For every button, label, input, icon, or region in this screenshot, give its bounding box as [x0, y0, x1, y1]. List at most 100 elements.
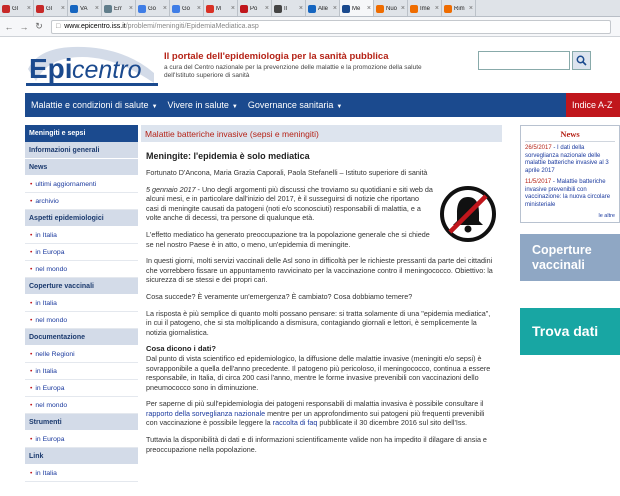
sidebar-item[interactable]: • in Europa [25, 380, 138, 397]
bullet-icon: • [30, 231, 33, 239]
nav-malattie[interactable]: Malattie e condizioni di salute ▼ [31, 100, 158, 110]
tab-close-icon[interactable]: × [197, 5, 201, 12]
tab-close-icon[interactable]: × [61, 5, 65, 12]
tab-label: Gl [46, 5, 52, 12]
search-input[interactable] [478, 51, 570, 70]
sidebar-item[interactable]: • archivio [25, 193, 138, 210]
sidebar-subheading[interactable]: Informazioni generali [25, 142, 138, 159]
tab-close-icon[interactable]: × [129, 5, 133, 12]
tab-label: Me [352, 5, 361, 12]
link-rapporto-sorveglianza[interactable]: rapporto della sorveglianza nazionale [146, 409, 265, 418]
page-icon: □ [56, 23, 61, 30]
logo-text-centro: centro [72, 56, 142, 84]
sidebar-item[interactable]: • in Italia [25, 227, 138, 244]
browser-tab[interactable]: Go × [170, 0, 204, 16]
banner-coperture-vaccinali[interactable]: Coperture vaccinali [520, 234, 620, 281]
forward-icon[interactable]: → [18, 22, 30, 32]
sidebar-item-label: in Europa [35, 248, 65, 256]
bullet-icon: • [30, 316, 33, 324]
sidebar-item[interactable]: • in Italia [25, 363, 138, 380]
browser-tab[interactable]: Rim × [442, 0, 476, 16]
sidebar-item-label: nel mondo [35, 316, 68, 324]
nav-vivere-in-salute[interactable]: Vivere in salute ▼ [168, 100, 238, 110]
banner-trova-dati[interactable]: Trova dati [520, 308, 620, 355]
tab-favicon-icon [444, 4, 452, 13]
url-host: www.epicentro.iss.it [64, 23, 126, 30]
tab-close-icon[interactable]: × [231, 5, 235, 12]
sidebar-item-label: ultimi aggiornamenti [35, 180, 97, 188]
tab-close-icon[interactable]: × [435, 5, 439, 12]
sidebar-subheading[interactable]: News [25, 159, 138, 176]
browser-tab[interactable]: Nuo × [374, 0, 408, 16]
sidebar-subheading[interactable]: Aspetti epidemiologici [25, 210, 138, 227]
tab-close-icon[interactable]: × [469, 5, 473, 12]
browser-tab[interactable]: Err × [102, 0, 136, 16]
tab-close-icon[interactable]: × [333, 5, 337, 12]
browser-tab[interactable]: Gl × [34, 0, 68, 16]
tab-favicon-icon [240, 4, 248, 13]
bullet-icon: • [30, 435, 33, 443]
tab-label: Gl [12, 5, 18, 12]
back-icon[interactable]: ← [3, 22, 15, 32]
sidebar-subheading[interactable]: Documentazione [25, 329, 138, 346]
section-heading: Cosa dicono i dati? [146, 344, 217, 354]
tab-close-icon[interactable]: × [163, 5, 167, 12]
browser-tab[interactable]: M × [204, 0, 238, 16]
tab-close-icon[interactable]: × [265, 5, 269, 12]
browser-tab[interactable]: Gl × [0, 0, 34, 16]
sidebar-item[interactable]: • nel mondo [25, 312, 138, 329]
sidebar-header[interactable]: Meningiti e sepsi [25, 125, 138, 142]
browser-tab[interactable]: Po × [238, 0, 272, 16]
tab-close-icon[interactable]: × [299, 5, 303, 12]
sidebar-item[interactable]: • nel mondo [25, 261, 138, 278]
reload-icon[interactable]: ↻ [33, 21, 45, 32]
browser-tab[interactable]: Alle × [306, 0, 340, 16]
tab-close-icon[interactable]: × [367, 5, 371, 12]
right-column: News 26/5/2017 - I dati della sorveglian… [520, 125, 620, 355]
tab-close-icon[interactable]: × [401, 5, 405, 12]
nav-indice-az[interactable]: Indice A-Z [566, 93, 620, 117]
sidebar-items: Informazioni generali News • ultimi aggiorn… [25, 142, 138, 482]
tab-favicon-icon [70, 4, 78, 13]
sidebar-item[interactable]: • nelle Regioni [25, 346, 138, 363]
news-item[interactable]: 26/5/2017 - I dati della sorveglianza na… [525, 145, 615, 175]
epicentro-logo[interactable]: Epi centro [26, 43, 158, 87]
article-title: Meningite: l'epidemia è solo mediatica [146, 151, 310, 161]
sidebar-item[interactable]: • nel mondo [25, 397, 138, 414]
url-field[interactable]: □ www.epicentro.iss.it/problemi/meningit… [51, 19, 611, 34]
tab-favicon-icon [138, 4, 146, 13]
browser-tab[interactable]: VA × [68, 0, 102, 16]
logo-text-epi: Epi [29, 53, 73, 84]
tab-close-icon[interactable]: × [27, 5, 31, 12]
browser-tab[interactable]: Il × [272, 0, 306, 16]
sidebar-item[interactable]: • in Italia [25, 295, 138, 312]
sidebar-item[interactable]: • in Europa [25, 431, 138, 448]
tab-favicon-icon [274, 4, 282, 13]
news-item[interactable]: 11/5/2017 - Malattie batteriche invasive… [525, 179, 615, 209]
browser-tab[interactable]: Go × [136, 0, 170, 16]
sidebar-subheading[interactable]: Strumenti [25, 414, 138, 431]
nav-governance-sanitaria[interactable]: Governance sanitaria ▼ [248, 100, 343, 110]
search-button[interactable] [572, 51, 591, 70]
link-raccolta-faq[interactable]: raccolta di faq [273, 418, 318, 427]
tab-favicon-icon [376, 4, 384, 13]
sidebar-subheading[interactable]: Coperture vaccinali [25, 278, 138, 295]
sidebar-item[interactable]: • in Europa [25, 244, 138, 261]
bullet-icon: • [30, 350, 33, 358]
browser-tab[interactable]: Ime × [408, 0, 442, 16]
article-rubric: Malattie batteriche invasive (sepsi e me… [141, 125, 502, 142]
tab-close-icon[interactable]: × [95, 5, 99, 12]
caret-down-icon: ▼ [336, 104, 343, 110]
browser-tab[interactable]: Me × [340, 0, 374, 16]
sidebar-item[interactable]: • ultimi aggiornamenti [25, 176, 138, 193]
tab-label: Ime [420, 5, 431, 12]
tab-label: Alle [318, 5, 329, 12]
news-more-link[interactable]: le altre [525, 213, 615, 219]
site-header: Epi centro Il portale dell'epidemiologia… [0, 37, 620, 93]
sidebar-item[interactable]: • in Italia [25, 465, 138, 482]
main-navigation: Malattie e condizioni di salute ▼ Vivere … [25, 93, 620, 117]
sidebar-item-label: in Italia [35, 367, 57, 375]
bullet-icon: • [30, 299, 33, 307]
sidebar-subheading[interactable]: Link [25, 448, 138, 465]
sidebar-item-label: archivio [35, 197, 59, 205]
